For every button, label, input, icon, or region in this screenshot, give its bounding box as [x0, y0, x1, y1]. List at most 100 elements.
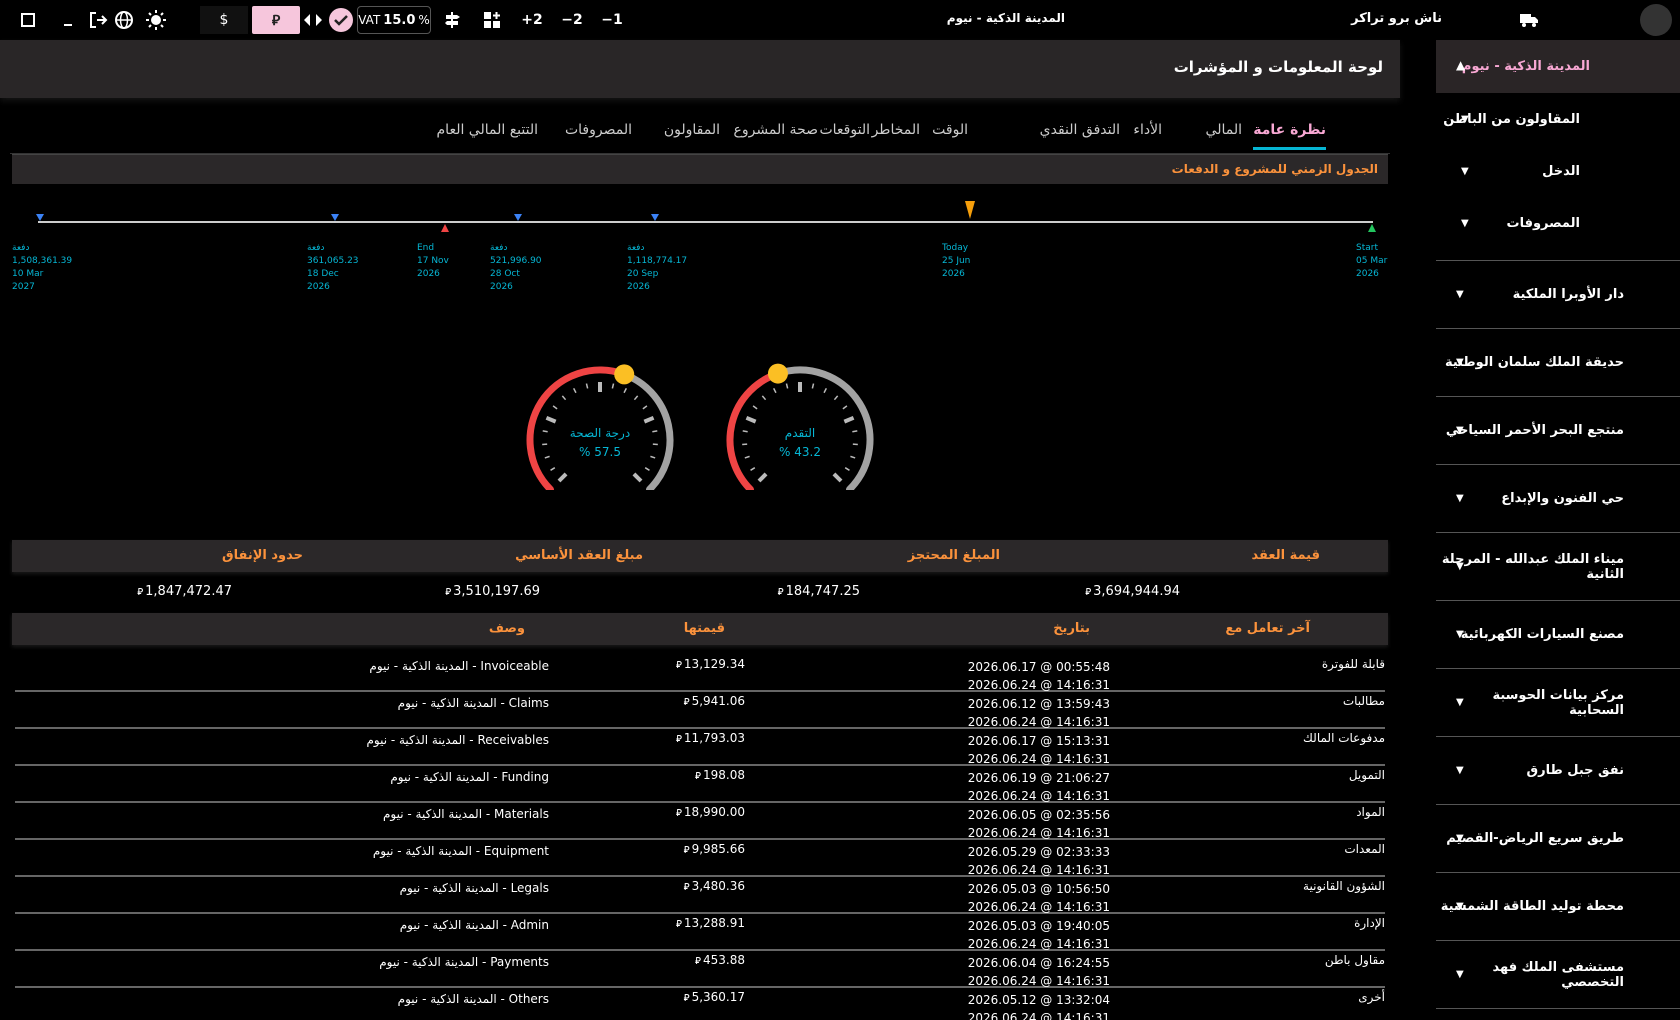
currency-symbol: ⃁: [683, 845, 690, 856]
row-amount-value: 3,480.36: [691, 879, 745, 893]
gauge-tick: [550, 467, 556, 471]
row-name: مقاول باطن: [1324, 953, 1385, 967]
row-name: المواد: [1356, 805, 1385, 819]
row-name: التمويل: [1348, 768, 1385, 782]
sidebar-project-label: منتجع البحر الأحمر السياحي: [1445, 423, 1624, 438]
timeline-payment-marker: [36, 214, 44, 221]
row-date: 2026.05.29 @ 02:33:33 2026.06.24 @ 14:16:…: [968, 843, 1110, 879]
row-date-2: 2026.06.24 @ 14:16:31: [967, 1011, 1110, 1020]
timeline-label-line: 2026: [490, 282, 513, 292]
sidebar-project-label: ميناء الملك عبدالله - المرحلة الثانية: [1441, 551, 1624, 582]
timeline-label-line: 28 Oct: [490, 269, 520, 279]
chevron-down-icon: ▼: [1456, 833, 1464, 844]
timeline-label-line: دفعة: [307, 243, 325, 253]
row-date: 2026.05.03 @ 10:56:50 2026.06.24 @ 14:16:…: [968, 880, 1110, 916]
sidebar-project[interactable]: ميناء الملك عبدالله - المرحلة الثانية ▼: [1436, 533, 1680, 601]
gauge-tick: [633, 395, 639, 401]
timeline-label-line: 18 Dec: [307, 269, 339, 279]
row-name: أخرى: [1358, 990, 1385, 1004]
sidebar-project[interactable]: مصنع السيارات الكهربائية ▼: [1436, 601, 1680, 669]
table-row[interactable]: مدفوعات المالك 2026.06.17 @ 15:13:31 2026.…: [15, 729, 1385, 766]
kpi-number: 3,694,944.94: [1093, 584, 1180, 599]
row-description: Legals - المدينة الذكية - نيوم: [399, 881, 549, 895]
table-row[interactable]: المعدات 2026.05.29 @ 02:33:33 2026.06.24 @…: [15, 840, 1385, 877]
table-row[interactable]: قابلة للفوترة 2026.06.17 @ 00:55:48 2026.0…: [15, 655, 1385, 692]
gauge-tick: [773, 387, 777, 394]
sidebar-project[interactable]: منتجع البحر الأحمر السياحي ▼: [1436, 397, 1680, 465]
gauge-tick: [557, 472, 568, 483]
timeline-label: دفعة 521,996.90 28 Oct 2026: [490, 242, 580, 294]
gauge-tick: [573, 387, 577, 394]
sidebar-project-label: حديقة الملك سلمان الوطنية: [1444, 355, 1624, 370]
sidebar-project[interactable]: نفق جبل طارق ▼: [1436, 737, 1680, 805]
row-date-1: 2026.06.17 @ 15:13:31: [967, 734, 1110, 748]
gauge-tick: [623, 387, 627, 394]
timeline-label-line: 10 Mar: [12, 269, 44, 279]
row-amount: ⃁ 9,985.66: [684, 842, 745, 856]
timeline-label-line: 521,996.90: [490, 256, 542, 266]
sidebar-project[interactable]: دار الأوبرا الملكية ▼: [1436, 261, 1680, 329]
timeline-label-line: Start: [1356, 243, 1378, 253]
sidebar-subitem[interactable]: المقاولون من الباطن ▼: [1436, 93, 1680, 145]
row-date: 2026.06.17 @ 15:13:31 2026.06.24 @ 14:16:…: [968, 732, 1110, 768]
table-row[interactable]: التمويل 2026.06.19 @ 21:06:27 2026.06.24 @…: [15, 766, 1385, 803]
avatar[interactable]: [1640, 4, 1672, 36]
currency-symbol: ⃁: [695, 956, 701, 967]
chevron-down-icon: ▼: [1456, 425, 1464, 436]
currency-symbol: ⃁: [683, 882, 690, 893]
chevron-down-icon: ▼: [1456, 629, 1464, 640]
currency-symbol: ⃁: [675, 808, 682, 819]
row-name: قابلة للفوترة: [1321, 657, 1385, 671]
table-row[interactable]: مطالبات 2026.06.12 @ 13:59:43 2026.06.24 @…: [15, 692, 1385, 729]
row-date: 2026.06.19 @ 21:06:27 2026.06.24 @ 14:16:…: [968, 769, 1110, 805]
timeline-payment-marker: [514, 214, 522, 221]
row-amount: ⃁ 13,288.91: [676, 916, 745, 930]
table-row[interactable]: المواد 2026.06.05 @ 02:35:56 2026.06.24 @ …: [15, 803, 1385, 840]
row-date: 2026.06.12 @ 13:59:43 2026.06.24 @ 14:16:…: [968, 695, 1110, 731]
kpi-value: ⃁ 184,747.25: [778, 584, 860, 599]
row-date-1: 2026.06.19 @ 21:06:27: [967, 771, 1110, 785]
timeline-label-line: 1,508,361.39: [12, 256, 73, 266]
table-row[interactable]: الإدارة 2026.05.03 @ 19:40:05 2026.06.24 @…: [15, 914, 1385, 951]
currency-symbol: ⃁: [675, 734, 682, 745]
timeline-label-line: 2026: [627, 282, 650, 292]
gauge-1: التقدم % 43.2: [720, 360, 880, 490]
sidebar-active-project[interactable]: المدينة الذكية - نيوم ▲: [1436, 40, 1680, 93]
sidebar-project[interactable]: مستشفى الملك فهد التخصصي ▼: [1436, 941, 1680, 1009]
row-description: Invoiceable - المدينة الذكية - نيوم: [369, 659, 549, 673]
gauge-tick: [833, 395, 839, 401]
sidebar-subitem[interactable]: المصروفات ▼: [1436, 197, 1680, 249]
sidebar-project[interactable]: حي الفنون والإبداع ▼: [1436, 465, 1680, 533]
row-amount: ⃁ 5,941.06: [684, 694, 745, 708]
row-date-1: 2026.06.05 @ 02:35:56: [967, 808, 1110, 822]
sidebar-project[interactable]: مركز بيانات الحوسبة السحابية ▼: [1436, 669, 1680, 737]
timeline-label-line: 2026: [1356, 269, 1379, 279]
currency-symbol: ⃁: [1085, 587, 1092, 598]
row-description: Payments - المدينة الذكية - نيوم: [379, 955, 549, 969]
table-row[interactable]: أخرى 2026.05.12 @ 13:32:04 2026.06.24 @ 14…: [15, 988, 1385, 1020]
timeline-payment-marker: [331, 214, 339, 221]
row-amount: ⃁ 18,990.00: [676, 805, 745, 819]
table-row[interactable]: مقاول باطن 2026.06.04 @ 16:24:55 2026.06.2…: [15, 951, 1385, 988]
chevron-down-icon: ▼: [1456, 493, 1464, 504]
sidebar-project[interactable]: محطة توليد الطاقة الشمسية ▼: [1436, 873, 1680, 941]
sidebar-project[interactable]: حديقة الملك سلمان الوطنية ▼: [1436, 329, 1680, 397]
row-amount-value: 13,288.91: [683, 916, 745, 930]
sidebar-subitem[interactable]: الدخل ▼: [1436, 145, 1680, 197]
truck-plus-icon[interactable]: [1516, 6, 1542, 34]
row-date-1: 2026.05.12 @ 13:32:04: [967, 993, 1110, 1007]
gauge-tick: [643, 415, 655, 424]
row-date: 2026.06.17 @ 00:55:48 2026.06.24 @ 14:16:…: [968, 658, 1110, 694]
sidebar-project[interactable]: طريق سريع الرياض-القصيم ▼: [1436, 805, 1680, 873]
table-header-cell: قيمتها: [683, 621, 725, 636]
gauge-tick: [811, 383, 815, 389]
row-date-1: 2026.06.17 @ 00:55:48: [967, 660, 1110, 674]
row-date-1: 2026.05.03 @ 19:40:05: [967, 919, 1110, 933]
chevron-down-icon: ▼: [1456, 561, 1464, 572]
table-row[interactable]: الشؤون القانونية 2026.05.03 @ 10:56:50 202…: [15, 877, 1385, 914]
row-amount-value: 18,990.00: [683, 805, 745, 819]
chevron-down-icon: ▼: [1461, 217, 1469, 229]
chevron-down-icon: ▼: [1456, 765, 1464, 776]
timeline-label: دفعة 1,118,774.17 20 Sep 2026: [627, 242, 717, 294]
row-amount-value: 9,985.66: [691, 842, 745, 856]
